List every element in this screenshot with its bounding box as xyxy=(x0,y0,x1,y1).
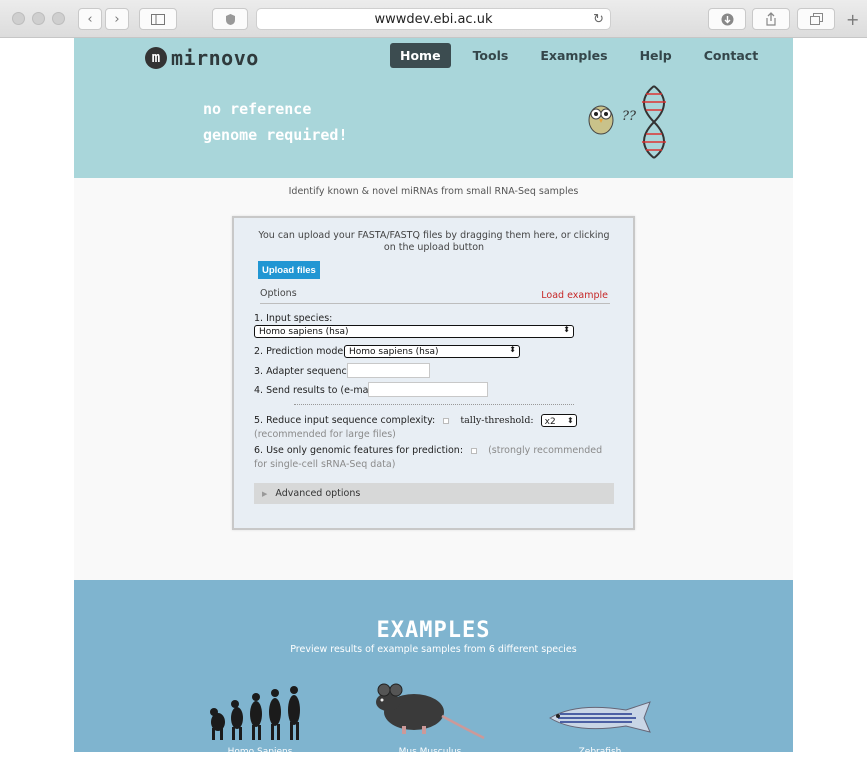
share-button[interactable] xyxy=(752,8,790,30)
minimize-window-button[interactable] xyxy=(32,12,45,25)
logo-text: mirnovo xyxy=(171,46,259,70)
forward-button[interactable]: › xyxy=(105,8,129,30)
tally-label: tally-threshold: xyxy=(460,415,534,426)
example-label-human[interactable]: Homo Sapiens xyxy=(200,747,320,757)
updown-arrow-icon: ⬍ xyxy=(509,345,516,354)
species-select-value: Homo sapiens (hsa) xyxy=(259,326,349,337)
adapter-label: 3. Adapter sequence: xyxy=(254,366,356,377)
zebrafish-image[interactable] xyxy=(546,698,656,738)
new-tab-button[interactable]: + xyxy=(846,10,859,29)
options-header: Options Load example xyxy=(260,288,610,304)
page-margin-left xyxy=(0,38,74,752)
chevron-right-icon: › xyxy=(114,11,120,27)
example-label-zebrafish[interactable]: Zebrafish xyxy=(540,747,660,757)
page-margin-right xyxy=(793,38,867,752)
tabs-button[interactable] xyxy=(797,8,835,30)
owl-dna-illustration: ?? xyxy=(588,85,666,159)
tally-select-value: x2 xyxy=(544,417,556,427)
downloads-button[interactable] xyxy=(708,8,746,30)
genomic-label: 6. Use only genomic features for predict… xyxy=(254,445,464,456)
examples-subtitle: Preview results of example samples from … xyxy=(290,644,577,655)
logo[interactable]: m mirnovo xyxy=(145,46,259,70)
hero-banner: m mirnovo Home Tools Examples Help Conta… xyxy=(74,38,793,178)
model-select[interactable]: Homo sapiens (hsa) ⬍ xyxy=(344,345,520,358)
zoom-window-button[interactable] xyxy=(52,12,65,25)
privacy-button[interactable] xyxy=(212,8,248,30)
nav-contact[interactable]: Contact xyxy=(694,43,768,68)
url-text: wwwdev.ebi.ac.uk xyxy=(374,11,493,27)
nav-tools[interactable]: Tools xyxy=(463,43,519,68)
browser-toolbar: ‹ › wwwdev.ebi.ac.uk ↻ + xyxy=(0,0,867,38)
advanced-options-toggle[interactable]: ▶ Advanced options xyxy=(254,483,614,504)
tagline-line2: genome required! xyxy=(203,126,348,144)
sidebar-icon xyxy=(151,13,165,25)
human-evolution-image[interactable] xyxy=(208,682,304,740)
examples-title: EXAMPLES xyxy=(376,618,491,643)
email-input[interactable] xyxy=(368,382,488,397)
reduce-checkbox[interactable] xyxy=(443,417,450,424)
model-select-value: Homo sapiens (hsa) xyxy=(349,346,439,357)
species-label: 1. Input species: xyxy=(254,313,333,324)
mascot-question-marks: ?? xyxy=(622,109,637,124)
species-select[interactable]: Homo sapiens (hsa) ⬍ xyxy=(254,325,574,338)
adapter-input[interactable] xyxy=(347,363,430,378)
back-button[interactable]: ‹ xyxy=(78,8,102,30)
nav-help[interactable]: Help xyxy=(630,43,682,68)
reduce-label: 5. Reduce input sequence complexity: xyxy=(254,415,436,426)
caret-right-icon: ▶ xyxy=(262,489,268,498)
load-example-link[interactable]: Load example xyxy=(541,290,608,301)
upload-panel[interactable]: You can upload your FASTA/FASTQ files by… xyxy=(232,216,635,530)
email-label: 4. Send results to (e-mail): xyxy=(254,385,381,396)
address-bar[interactable]: wwwdev.ebi.ac.uk ↻ xyxy=(256,8,611,30)
page: m mirnovo Home Tools Examples Help Conta… xyxy=(74,38,793,757)
upload-files-button[interactable]: Upload files xyxy=(258,261,320,279)
main-nav: Home Tools Examples Help Contact xyxy=(390,43,780,68)
reduce-complexity-row: 5. Reduce input sequence complexity: tal… xyxy=(254,414,614,442)
chevron-left-icon: ‹ xyxy=(87,11,93,27)
tabs-icon xyxy=(809,13,823,25)
model-label: 2. Prediction model: xyxy=(254,346,350,357)
updown-arrow-icon: ⬍ xyxy=(566,416,574,425)
advanced-options-label: Advanced options xyxy=(275,488,361,499)
download-icon xyxy=(721,13,733,25)
genomic-features-row: 6. Use only genomic features for predict… xyxy=(254,444,616,472)
nav-home[interactable]: Home xyxy=(390,43,451,68)
sidebar-button[interactable] xyxy=(139,8,177,30)
reload-icon[interactable]: ↻ xyxy=(593,12,604,27)
drop-instructions: You can upload your FASTA/FASTQ files by… xyxy=(258,230,610,253)
logo-mark: m xyxy=(145,47,167,69)
close-window-button[interactable] xyxy=(12,12,25,25)
section-divider xyxy=(294,404,574,405)
tagline-line1: no reference xyxy=(203,100,312,118)
options-label: Options xyxy=(260,288,297,299)
updown-arrow-icon: ⬍ xyxy=(563,325,570,334)
page-subtitle: Identify known & novel miRNAs from small… xyxy=(288,186,579,197)
tally-select[interactable]: x2 ⬍ xyxy=(540,414,577,427)
shield-icon xyxy=(225,13,235,25)
nav-examples[interactable]: Examples xyxy=(530,43,617,68)
examples-section: EXAMPLES Preview results of example samp… xyxy=(74,580,793,757)
tagline: no reference genome required! xyxy=(203,96,348,148)
mouse-image[interactable] xyxy=(374,678,486,746)
share-icon xyxy=(766,12,776,26)
example-label-mouse[interactable]: Mus Musculus xyxy=(370,747,490,757)
genomic-checkbox[interactable] xyxy=(471,447,478,454)
reduce-note: (recommended for large files) xyxy=(254,429,396,440)
